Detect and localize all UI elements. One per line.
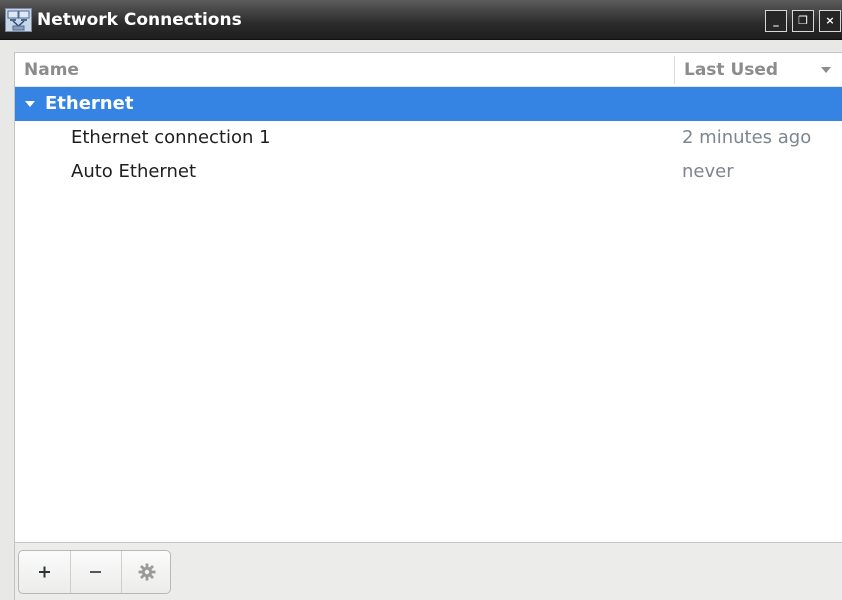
restore-icon: ❐ bbox=[798, 14, 808, 27]
connection-name: Auto Ethernet bbox=[71, 161, 197, 182]
connection-last-used: 2 minutes ago bbox=[682, 127, 812, 148]
minus-icon bbox=[90, 571, 101, 573]
edit-connection-button[interactable] bbox=[121, 551, 170, 593]
column-header-row: Name Last Used bbox=[15, 53, 842, 87]
connection-row-ethernet-connection-1[interactable]: Ethernet connection 1 2 minutes ago bbox=[15, 121, 842, 155]
group-row-ethernet[interactable]: Ethernet bbox=[15, 87, 842, 121]
group-label: Ethernet bbox=[45, 93, 134, 114]
column-header-name[interactable]: Name bbox=[24, 53, 79, 87]
connection-row-auto-ethernet[interactable]: Auto Ethernet never bbox=[15, 155, 842, 189]
close-button[interactable]: × bbox=[819, 10, 841, 32]
minimize-icon: _ bbox=[773, 14, 779, 27]
connections-tree-view[interactable]: Name Last Used Ethernet Ethernet connect… bbox=[14, 52, 842, 542]
plus-icon bbox=[39, 566, 50, 578]
add-connection-button[interactable] bbox=[19, 551, 69, 593]
restore-button[interactable]: ❐ bbox=[792, 10, 814, 32]
connection-name: Ethernet connection 1 bbox=[71, 127, 271, 148]
column-divider[interactable] bbox=[674, 56, 675, 84]
toolbar-button-group bbox=[18, 550, 171, 594]
close-icon: × bbox=[825, 14, 835, 27]
column-header-last-used[interactable]: Last Used bbox=[684, 53, 778, 87]
sort-descending-icon bbox=[821, 67, 831, 73]
connection-last-used: never bbox=[682, 161, 734, 182]
expander-arrow-icon[interactable] bbox=[25, 101, 35, 107]
window-content: Name Last Used Ethernet Ethernet connect… bbox=[0, 40, 842, 600]
network-connections-app-icon bbox=[5, 8, 32, 32]
title-bar[interactable]: Network Connections _ ❐ × bbox=[0, 0, 842, 40]
minimize-button[interactable]: _ bbox=[765, 10, 787, 32]
connection-toolbar bbox=[14, 542, 842, 600]
remove-connection-button[interactable] bbox=[70, 551, 121, 593]
gear-icon bbox=[138, 563, 156, 581]
window-title: Network Connections bbox=[37, 10, 242, 30]
